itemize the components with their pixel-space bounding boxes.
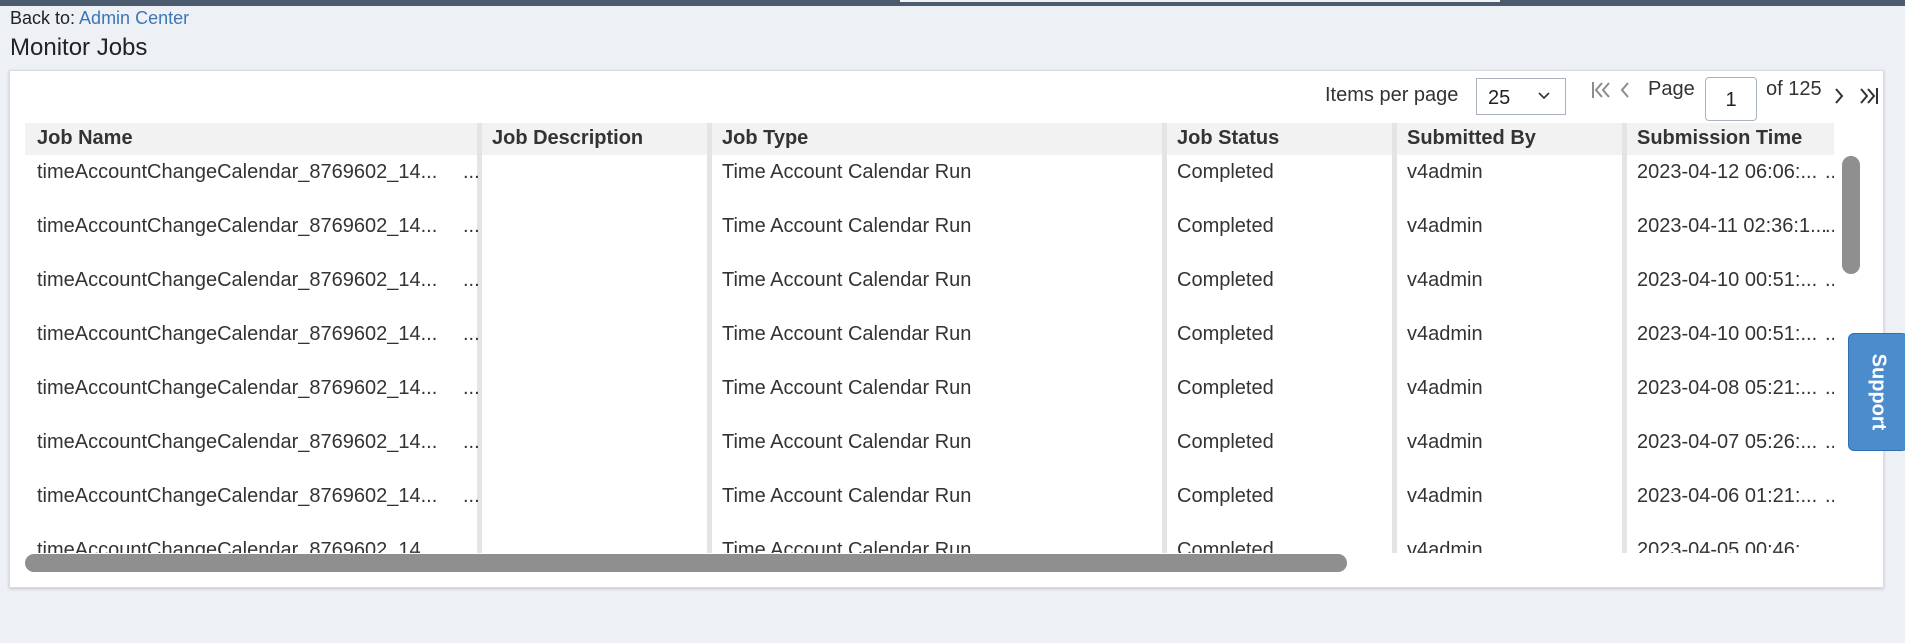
jobs-table: Job Name Job Description Job Type Job St… [25, 123, 1845, 553]
first-page-icon[interactable] [1590, 79, 1612, 106]
column-header-job-name[interactable]: Job Name [37, 127, 133, 150]
vertical-scrollbar-thumb[interactable] [1842, 156, 1860, 274]
support-button[interactable]: Support [1848, 333, 1905, 451]
table-row[interactable]: timeAccountChangeCalendar_8769602_14... … [25, 269, 1845, 323]
job-name-cell: timeAccountChangeCalendar_8769602_14... [37, 269, 438, 291]
total-pages-label: of 125 [1766, 78, 1822, 100]
last-page-icon[interactable] [1858, 85, 1880, 112]
page-number-input[interactable] [1705, 77, 1757, 121]
table-row[interactable]: timeAccountChangeCalendar_8769602_14... … [25, 485, 1845, 539]
job-type-cell: Time Account Calendar Run [722, 323, 972, 345]
job-status-cell: Completed [1177, 161, 1274, 183]
submitted-by-cell: v4admin [1407, 215, 1483, 237]
table-row[interactable]: timeAccountChangeCalendar_8769602_14... … [25, 377, 1845, 431]
submitted-by-cell: v4admin [1407, 431, 1483, 453]
table-row[interactable]: timeAccountChangeCalendar_8769602_14... … [25, 323, 1845, 377]
support-label: Support [1867, 353, 1890, 431]
submitted-by-cell: v4admin [1407, 161, 1483, 183]
chevron-down-icon [1537, 88, 1551, 107]
job-type-cell: Time Account Calendar Run [722, 485, 972, 507]
job-type-cell: Time Account Calendar Run [722, 269, 972, 291]
column-header-job-description[interactable]: Job Description [492, 127, 643, 150]
job-type-cell: Time Account Calendar Run [722, 161, 972, 183]
overflow-marker: ... [463, 431, 480, 453]
job-status-cell: Completed [1177, 485, 1274, 507]
table-header [25, 123, 1845, 155]
column-header-job-type[interactable]: Job Type [722, 127, 808, 150]
job-name-cell: timeAccountChangeCalendar_8769602_14... [37, 323, 438, 345]
job-status-cell: Completed [1177, 377, 1274, 399]
breadcrumb: Back to: Admin Center [10, 8, 189, 29]
jobs-panel: Items per page 25 Page of 125 Job Name J… [9, 70, 1884, 588]
job-status-cell: Completed [1177, 539, 1274, 553]
overflow-marker: ... [463, 323, 480, 345]
submission-time-cell: 2023-04-10 00:51:... [1637, 323, 1818, 345]
overflow-marker: ... [463, 269, 480, 291]
submission-time-cell: 2023-04-08 05:21:... [1637, 377, 1818, 399]
job-name-cell: timeAccountChangeCalendar_8769602_14... [37, 161, 438, 183]
next-page-icon[interactable] [1831, 85, 1847, 112]
top-bar-highlight [900, 0, 1500, 2]
overflow-marker: ... [463, 215, 480, 237]
submitted-by-cell: v4admin [1407, 323, 1483, 345]
top-bar [0, 0, 1905, 6]
page-label: Page [1648, 78, 1695, 100]
table-row[interactable]: timeAccountChangeCalendar_8769602_14... … [25, 215, 1845, 269]
submission-time-cell: 2023-04-07 05:26:... [1637, 431, 1818, 453]
column-header-job-status[interactable]: Job Status [1177, 127, 1279, 150]
breadcrumb-prefix: Back to: [10, 8, 76, 28]
column-header-submission-time[interactable]: Submission Time [1637, 127, 1802, 150]
items-per-page-label: Items per page [1325, 84, 1459, 106]
job-status-cell: Completed [1177, 323, 1274, 345]
submission-time-cell: 2023-04-12 06:06:... [1637, 161, 1818, 183]
job-name-cell: timeAccountChangeCalendar_8769602_14... [37, 431, 438, 453]
overflow-marker: ... [463, 377, 480, 399]
submitted-by-cell: v4admin [1407, 377, 1483, 399]
job-status-cell: Completed [1177, 431, 1274, 453]
job-type-cell: Time Account Calendar Run [722, 431, 972, 453]
admin-center-link[interactable]: Admin Center [79, 8, 189, 28]
page-title: Monitor Jobs [10, 34, 148, 61]
prev-page-icon[interactable] [1617, 79, 1633, 106]
items-per-page-value: 25 [1488, 87, 1511, 109]
submitted-by-cell: v4admin [1407, 539, 1483, 553]
items-per-page-select[interactable]: 25 [1476, 78, 1566, 115]
submission-time-cell: 2023-04-05 00:46:... [1637, 539, 1818, 553]
job-type-cell: Time Account Calendar Run [722, 215, 972, 237]
table-row[interactable]: timeAccountChangeCalendar_8769602_14... … [25, 431, 1845, 485]
job-name-cell: timeAccountChangeCalendar_8769602_14... [37, 377, 438, 399]
job-status-cell: Completed [1177, 269, 1274, 291]
submission-time-cell: 2023-04-06 01:21:... [1637, 485, 1818, 507]
job-type-cell: Time Account Calendar Run [722, 539, 972, 553]
overflow-marker: ... [463, 161, 480, 183]
submitted-by-cell: v4admin [1407, 485, 1483, 507]
job-name-cell: timeAccountChangeCalendar_8769602_14... [37, 485, 438, 507]
job-name-cell: timeAccountChangeCalendar_8769602_14... [37, 215, 438, 237]
job-name-cell: timeAccountChangeCalendar_8769602_14... [37, 539, 438, 553]
submission-time-cell: 2023-04-11 02:36:1... [1637, 215, 1827, 237]
overflow-marker: ... [463, 485, 480, 507]
horizontal-scrollbar-thumb[interactable] [25, 554, 1347, 572]
submission-time-cell: 2023-04-10 00:51:... [1637, 269, 1818, 291]
submitted-by-cell: v4admin [1407, 269, 1483, 291]
column-header-submitted-by[interactable]: Submitted By [1407, 127, 1536, 150]
job-status-cell: Completed [1177, 215, 1274, 237]
overflow-marker: ... [463, 539, 480, 553]
table-row[interactable]: timeAccountChangeCalendar_8769602_14... … [25, 539, 1845, 553]
table-row[interactable]: timeAccountChangeCalendar_8769602_14... … [25, 161, 1845, 215]
job-type-cell: Time Account Calendar Run [722, 377, 972, 399]
